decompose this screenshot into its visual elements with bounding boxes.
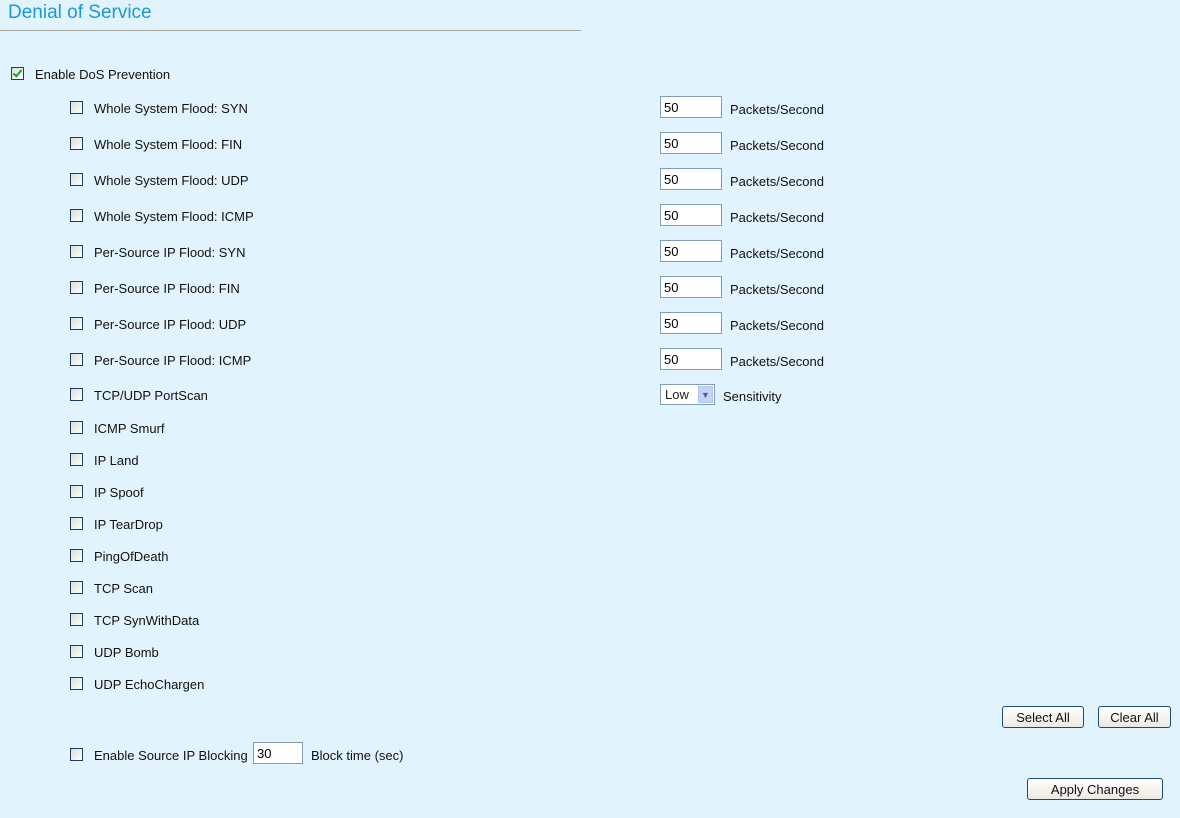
attack-label: PingOfDeath — [94, 549, 169, 564]
flood-label: Whole System Flood: ICMP — [94, 209, 254, 224]
flood-label: Whole System Flood: UDP — [94, 173, 249, 188]
attack-checkbox[interactable] — [70, 581, 83, 594]
attack-label: ICMP Smurf — [94, 421, 165, 436]
attack-checkbox[interactable] — [70, 677, 83, 690]
block-time-unit: Block time (sec) — [311, 748, 404, 763]
flood-label: Whole System Flood: FIN — [94, 137, 243, 152]
attack-label: UDP Bomb — [94, 645, 159, 660]
attack-checkbox[interactable] — [70, 613, 83, 626]
source-ip-blocking-label: Enable Source IP Blocking — [94, 748, 248, 763]
attack-label: TCP Scan — [94, 581, 154, 596]
flood-unit-label: Packets/Second — [730, 282, 824, 297]
attack-checkbox[interactable] — [70, 453, 83, 466]
flood-rate-input[interactable] — [660, 276, 722, 298]
flood-rate-input[interactable] — [660, 312, 722, 334]
flood-checkbox[interactable] — [70, 281, 83, 294]
flood-unit-label: Packets/Second — [730, 138, 824, 153]
flood-checkbox[interactable] — [70, 317, 83, 330]
flood-unit-label: Packets/Second — [730, 174, 824, 189]
flood-checkbox[interactable] — [70, 209, 83, 222]
attack-label: TCP SynWithData — [94, 613, 200, 628]
title-divider — [0, 30, 581, 31]
sensitivity-value: Low — [665, 387, 689, 402]
flood-unit-label: Packets/Second — [730, 246, 824, 261]
sensitivity-select[interactable]: Low ▼ — [660, 384, 715, 405]
page-title: Denial of Service — [8, 2, 152, 23]
flood-unit-label: Packets/Second — [730, 102, 824, 117]
flood-unit-label: Packets/Second — [730, 318, 824, 333]
attack-label: IP TearDrop — [94, 517, 163, 532]
flood-label: Per-Source IP Flood: ICMP — [94, 353, 252, 368]
flood-checkbox[interactable] — [70, 353, 83, 366]
block-time-input[interactable] — [253, 742, 303, 764]
enable-dos-checkbox[interactable] — [11, 67, 24, 80]
attack-checkbox[interactable] — [70, 485, 83, 498]
flood-label: Per-Source IP Flood: SYN — [94, 245, 246, 260]
attack-label: IP Land — [94, 453, 139, 468]
flood-checkbox[interactable] — [70, 137, 83, 150]
select-all-button[interactable]: Select All — [1002, 706, 1084, 728]
flood-rate-input[interactable] — [660, 348, 722, 370]
flood-rate-input[interactable] — [660, 168, 722, 190]
attack-checkbox[interactable] — [70, 549, 83, 562]
sensitivity-label: Sensitivity — [723, 389, 782, 404]
flood-label: Per-Source IP Flood: UDP — [94, 317, 247, 332]
apply-changes-button[interactable]: Apply Changes — [1027, 778, 1163, 800]
flood-unit-label: Packets/Second — [730, 354, 824, 369]
flood-checkbox[interactable] — [70, 173, 83, 186]
flood-rate-input[interactable] — [660, 96, 722, 118]
portscan-label: TCP/UDP PortScan — [94, 388, 208, 403]
attack-checkbox[interactable] — [70, 645, 83, 658]
flood-label: Whole System Flood: SYN — [94, 101, 248, 116]
flood-rate-input[interactable] — [660, 240, 722, 262]
flood-checkbox[interactable] — [70, 245, 83, 258]
attack-checkbox[interactable] — [70, 421, 83, 434]
chevron-down-icon[interactable]: ▼ — [698, 386, 713, 403]
clear-all-button[interactable]: Clear All — [1098, 706, 1171, 728]
enable-dos-label: Enable DoS Prevention — [35, 67, 171, 82]
flood-rate-input[interactable] — [660, 204, 722, 226]
source-ip-blocking-checkbox[interactable] — [70, 748, 83, 761]
attack-checkbox[interactable] — [70, 517, 83, 530]
flood-checkbox[interactable] — [70, 101, 83, 114]
attack-label: UDP EchoChargen — [94, 677, 205, 692]
portscan-checkbox[interactable] — [70, 388, 83, 401]
flood-label: Per-Source IP Flood: FIN — [94, 281, 240, 296]
flood-unit-label: Packets/Second — [730, 210, 824, 225]
flood-rate-input[interactable] — [660, 132, 722, 154]
attack-label: IP Spoof — [94, 485, 144, 500]
